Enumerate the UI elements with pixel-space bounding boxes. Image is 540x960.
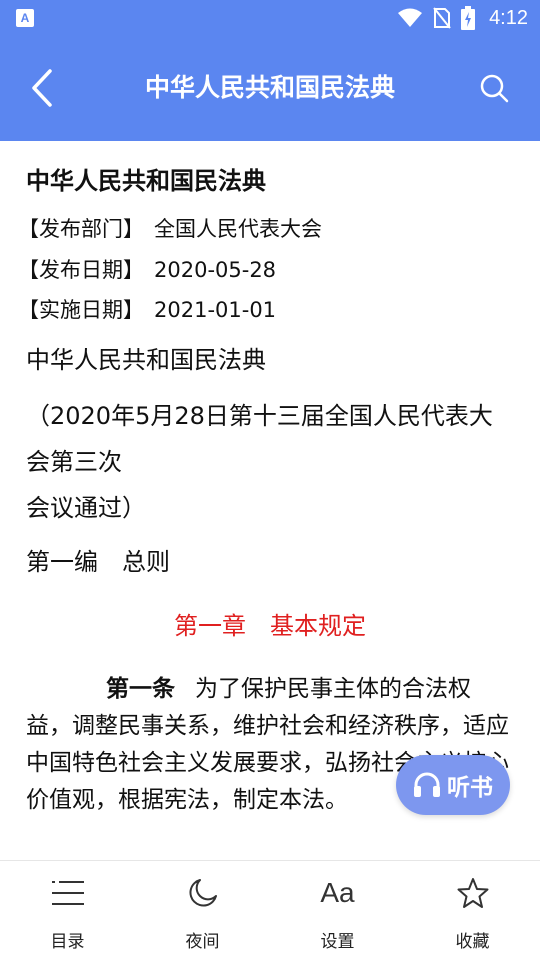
settings-label: 设置: [320, 932, 355, 952]
adoption-note-end: 会议通过）: [26, 494, 146, 522]
no-sim-icon: [433, 7, 451, 29]
wifi-icon: [398, 8, 423, 27]
night-mode-label: 夜间: [185, 932, 220, 952]
app-bar: 中华人民共和国民法典: [0, 36, 540, 141]
meta-label: 【发布部门】: [18, 217, 144, 241]
meta-row-effective-date: 【实施日期】 2021-01-01: [18, 294, 276, 324]
meta-row-publish-date: 【发布日期】 2020-05-28: [18, 254, 276, 284]
status-bar: A 4:12: [0, 0, 540, 36]
bottom-toolbar: 目录 夜间 Aa 设置 收藏: [0, 860, 540, 960]
night-mode-button[interactable]: 夜间: [135, 861, 270, 960]
font-size-icon: Aa: [320, 873, 354, 913]
meta-value: 2021-01-01: [154, 298, 277, 322]
list-icon: [51, 873, 85, 913]
part-heading: 第一编 总则: [26, 548, 170, 576]
meta-label: 【发布日期】: [18, 258, 144, 282]
toc-button[interactable]: 目录: [0, 861, 135, 960]
meta-row-department: 【发布部门】 全国人民代表大会: [18, 213, 322, 243]
status-icons: 4:12: [397, 0, 528, 36]
chapter-heading: 第一章 基本规定: [174, 612, 366, 640]
clock: 4:12: [489, 6, 528, 29]
star-icon: [457, 873, 489, 913]
toc-label: 目录: [50, 932, 85, 952]
reader-content[interactable]: 中华人民共和国民法典 【发布部门】 全国人民代表大会 【发布日期】 2020-05-…: [0, 141, 540, 860]
article-number: 第一条: [106, 676, 175, 702]
chevron-left-icon: [32, 69, 52, 107]
adoption-note: （2020年5月28日第十三届全国人民代表大会第三次: [26, 402, 493, 476]
settings-button[interactable]: Aa 设置: [270, 861, 405, 960]
meta-value: 2020-05-28: [154, 258, 277, 282]
document-title: 中华人民共和国民法典: [26, 167, 266, 195]
favorite-label: 收藏: [455, 932, 490, 952]
app-notification-icon: A: [16, 9, 34, 27]
page-title: 中华人民共和国民法典: [144, 73, 395, 102]
font-size-icon-text: Aa: [320, 877, 355, 908]
headphones-icon: [414, 772, 440, 797]
listen-button[interactable]: 听书: [396, 755, 510, 815]
battery-charging-icon: [461, 6, 476, 30]
back-button[interactable]: [20, 66, 64, 110]
meta-value: 全国人民代表大会: [154, 217, 322, 241]
law-heading: 中华人民共和国民法典: [26, 346, 266, 374]
search-icon: [480, 74, 509, 103]
favorite-button[interactable]: 收藏: [405, 861, 540, 960]
moon-icon: [188, 873, 218, 913]
listen-button-label: 听书: [447, 775, 493, 801]
meta-label: 【实施日期】: [18, 298, 144, 322]
search-button[interactable]: [472, 66, 516, 110]
